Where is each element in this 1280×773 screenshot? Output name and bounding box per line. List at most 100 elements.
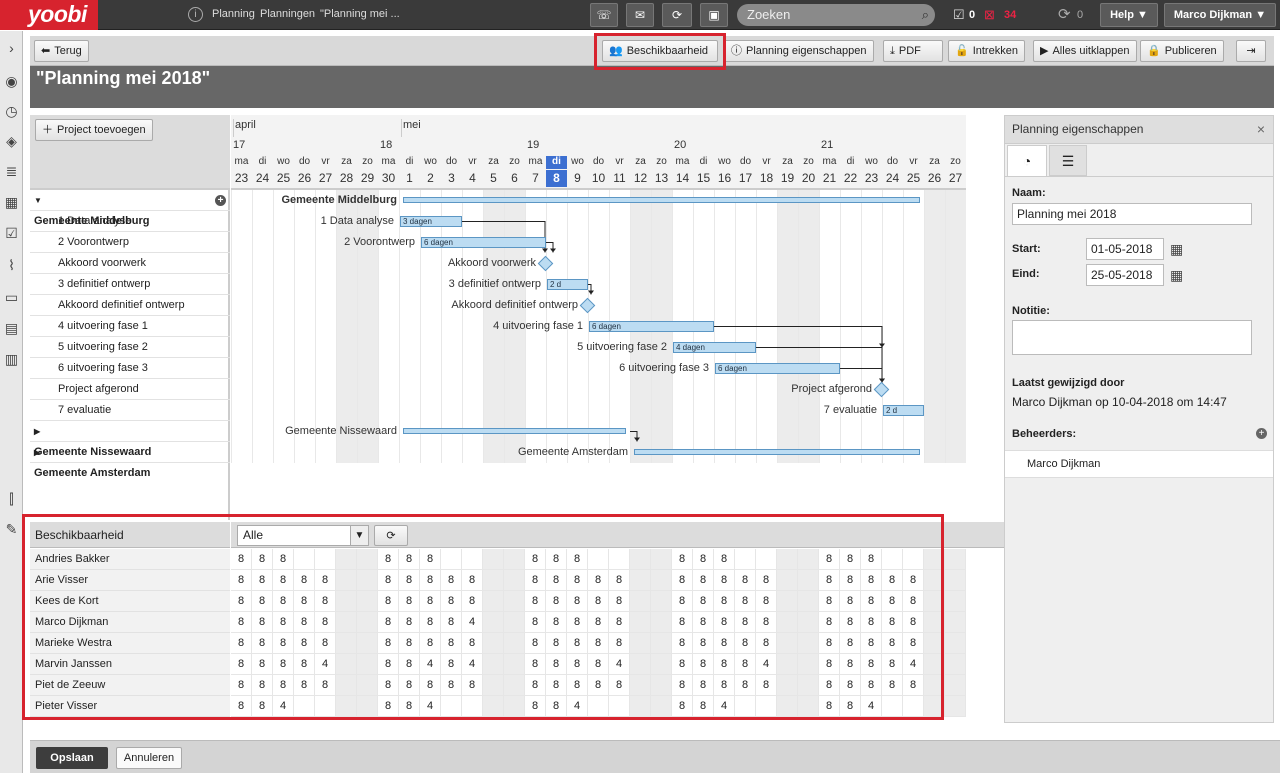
availability-cell[interactable] [357,591,378,612]
coins-icon[interactable]: ≣ [3,163,20,180]
availability-cell[interactable]: 8 [861,570,882,591]
availability-cell[interactable]: 8 [231,633,252,654]
task-row[interactable]: Akkoord voorwerk [30,253,230,274]
task-row[interactable]: 3 definitief ontwerp [30,274,230,295]
expand-toggle-icon[interactable]: ▶ [34,443,43,463]
person-row[interactable]: Piet de Zeeuw [30,675,230,696]
availability-cell[interactable]: 8 [273,549,294,570]
availability-cell[interactable] [651,675,672,696]
add-manager-icon[interactable]: + [1256,428,1267,439]
refresh-icon[interactable]: ⟳ [662,3,692,27]
availability-cell[interactable]: 8 [609,675,630,696]
availability-cell[interactable] [903,549,924,570]
availability-cell[interactable]: 4 [273,696,294,717]
task-bar[interactable]: 2 d [883,404,924,416]
availability-cell[interactable] [798,591,819,612]
availability-cell[interactable]: 8 [231,654,252,675]
availability-cell[interactable]: 4 [903,654,924,675]
yoobi-logo[interactable]: yoobi [0,0,98,30]
availability-cell[interactable]: 8 [861,612,882,633]
availability-cell[interactable]: 4 [756,654,777,675]
availability-cell[interactable]: 8 [462,570,483,591]
availability-cell[interactable]: 8 [714,654,735,675]
availability-cell[interactable]: 8 [252,591,273,612]
breadcrumb-planning[interactable]: Planning [212,8,255,20]
availability-cell[interactable] [336,570,357,591]
calendar-icon[interactable]: ▦ [1170,267,1183,284]
availability-cell[interactable]: 8 [273,612,294,633]
availability-cell[interactable] [630,549,651,570]
availability-cell[interactable] [651,549,672,570]
availability-cell[interactable]: 8 [252,696,273,717]
availability-cell[interactable]: 8 [861,549,882,570]
task-row[interactable]: Akkoord definitief ontwerp [30,295,230,316]
availability-cell[interactable] [756,549,777,570]
task-row[interactable]: 7 evaluatie [30,400,230,421]
piggy-bank-icon[interactable]: ◈ [3,133,20,150]
exit-button[interactable]: ⇥ [1236,40,1266,62]
availability-cell[interactable]: 8 [231,570,252,591]
availability-cell[interactable]: 8 [315,612,336,633]
wrench-icon[interactable]: ✎ [3,521,20,538]
availability-cell[interactable]: 8 [378,654,399,675]
tab-list[interactable]: ☰ [1049,145,1087,176]
availability-cell[interactable]: 8 [840,654,861,675]
availability-cell[interactable]: 8 [693,696,714,717]
availability-cell[interactable] [483,654,504,675]
availability-cell[interactable] [483,675,504,696]
availability-cell[interactable]: 8 [882,654,903,675]
availability-cell[interactable]: 8 [672,591,693,612]
availability-cell[interactable]: 8 [525,570,546,591]
availability-cell[interactable]: 8 [756,633,777,654]
summary-bar[interactable] [403,196,920,203]
task-row[interactable]: 6 uitvoering fase 3 [30,358,230,379]
task-bar[interactable]: 3 dagen [400,215,462,227]
availability-cell[interactable] [357,696,378,717]
start-date-input[interactable]: 01-05-2018 [1086,238,1164,260]
mail-icon[interactable]: ✉ [626,3,654,27]
expand-icon[interactable]: › [3,40,20,57]
availability-cell[interactable] [504,549,525,570]
availability-cell[interactable]: 8 [315,633,336,654]
cancel-button[interactable]: Annuleren [116,747,182,769]
availability-cell[interactable]: 8 [252,675,273,696]
availability-cell[interactable]: 8 [462,675,483,696]
availability-cell[interactable]: 8 [714,549,735,570]
availability-cell[interactable]: 8 [672,633,693,654]
availability-cell[interactable] [504,696,525,717]
availability-cell[interactable]: 8 [273,633,294,654]
availability-cell[interactable]: 8 [420,570,441,591]
availability-cell[interactable]: 8 [840,675,861,696]
expand-toggle-icon[interactable]: ▶ [34,422,43,442]
availability-cell[interactable] [504,675,525,696]
availability-cell[interactable]: 8 [546,549,567,570]
availability-cell[interactable] [924,570,945,591]
person-row[interactable]: Marco Dijkman [30,612,230,633]
availability-cell[interactable] [630,696,651,717]
clock-icon[interactable]: ◷ [3,103,20,120]
pdf-button[interactable]: ⤓ PDF [883,40,943,62]
availability-cell[interactable]: 8 [441,612,462,633]
availability-cell[interactable] [945,591,966,612]
availability-cell[interactable]: 8 [399,570,420,591]
availability-cell[interactable]: 8 [861,591,882,612]
manager-item[interactable]: Marco Dijkman [1027,458,1100,470]
availability-cell[interactable]: 8 [714,612,735,633]
availability-cell[interactable]: 8 [861,654,882,675]
availability-cell[interactable] [798,696,819,717]
availability-cell[interactable] [336,612,357,633]
availability-cell[interactable]: 8 [399,612,420,633]
availability-cell[interactable] [483,696,504,717]
availability-cell[interactable] [651,696,672,717]
availability-cell[interactable]: 8 [840,612,861,633]
availability-cell[interactable] [651,633,672,654]
availability-cell[interactable] [882,696,903,717]
task-row[interactable]: Project afgerond [30,379,230,400]
availability-cell[interactable] [336,654,357,675]
availability-cell[interactable]: 8 [588,591,609,612]
availability-cell[interactable]: 8 [693,675,714,696]
availability-cell[interactable] [357,612,378,633]
availability-cell[interactable]: 8 [231,591,252,612]
availability-cell[interactable] [777,612,798,633]
availability-cell[interactable]: 8 [672,549,693,570]
